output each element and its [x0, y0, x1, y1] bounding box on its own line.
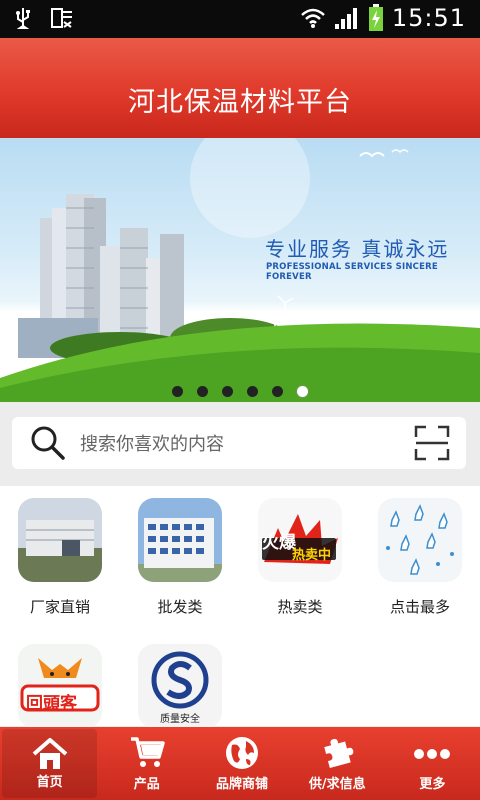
nav-supply-demand[interactable]: 供/求信息 [290, 727, 385, 800]
carousel-dot[interactable] [247, 386, 258, 397]
quality-badge: 质量安全 [160, 714, 200, 725]
search-input[interactable] [78, 429, 382, 459]
nav-label: 更多 [419, 777, 446, 792]
nav-label: 供/求信息 [308, 777, 366, 792]
debug-notification-icon [51, 8, 72, 28]
scan-icon[interactable] [414, 425, 450, 461]
category-label: 点击最多 [389, 598, 450, 616]
hand-clicks-image [378, 498, 462, 582]
search-bar [12, 417, 466, 469]
bottom-nav: 首页 产品 品牌商铺 供/求信息 更多 [0, 727, 480, 800]
category-wholesale[interactable]: 批发类 [120, 486, 240, 626]
carousel-dot[interactable] [197, 386, 208, 397]
category-label: 厂家直销 [29, 598, 90, 616]
home-icon [32, 738, 67, 769]
puzzle-icon [324, 738, 354, 768]
carousel-indicators [0, 386, 480, 397]
battery-charging-icon [368, 4, 383, 31]
hot-sale-image: 火爆 热卖中 [258, 498, 342, 582]
nav-products[interactable]: 产品 [99, 727, 194, 800]
returning-customer-image: 回頭客 [18, 644, 102, 728]
category-most-clicked[interactable]: 点击最多 [360, 486, 480, 626]
category-hot-sale[interactable]: 火爆 热卖中 热卖类 [240, 486, 360, 626]
banner-carousel[interactable]: 专业服务 真诚永远 PROFESSIONAL SERVICES SINCERE … [0, 138, 480, 402]
category-grid: 厂家直销 批发类 火爆 热卖中 热卖类 点击最多 回頭客 质量安全 [0, 486, 480, 728]
app-header: 河北保温材料平台 [0, 38, 480, 138]
category-label: 热卖类 [277, 598, 323, 616]
building-image [138, 498, 222, 582]
globe-icon [226, 737, 258, 769]
hot-badge-line2: 热卖中 [292, 548, 332, 563]
clock: 15:51 [391, 4, 466, 32]
nav-label: 首页 [36, 775, 63, 790]
carousel-dot[interactable] [272, 386, 283, 397]
carousel-dot[interactable] [222, 386, 233, 397]
nav-brand-shops[interactable]: 品牌商铺 [194, 727, 289, 800]
quality-safety-image: 质量安全 [138, 644, 222, 728]
signal-icon [334, 8, 357, 29]
banner-slogan: 专业服务 真诚永远 [265, 237, 450, 261]
carousel-dot[interactable] [172, 386, 183, 397]
more-icon [414, 749, 451, 759]
factory-image [18, 498, 102, 582]
category-label: 批发类 [157, 598, 203, 616]
cart-icon [130, 737, 165, 767]
hot-badge-line1: 火爆 [262, 533, 296, 553]
carousel-dot-active[interactable] [297, 386, 308, 397]
nav-home[interactable]: 首页 [2, 729, 98, 798]
nav-label: 产品 [133, 777, 160, 792]
banner-slogan-en: PROFESSIONAL SERVICES SINCERE FOREVER [266, 262, 438, 282]
page-title: 河北保温材料平台 [128, 87, 352, 118]
wifi-icon [300, 8, 325, 28]
search-icon[interactable] [30, 425, 66, 461]
returning-badge: 回頭客 [26, 694, 77, 714]
nav-label: 品牌商铺 [216, 777, 269, 792]
usb-icon [16, 8, 30, 29]
status-bar: 15:51 [0, 0, 480, 38]
nav-more[interactable]: 更多 [385, 727, 480, 800]
category-factory-direct[interactable]: 厂家直销 [0, 486, 120, 626]
